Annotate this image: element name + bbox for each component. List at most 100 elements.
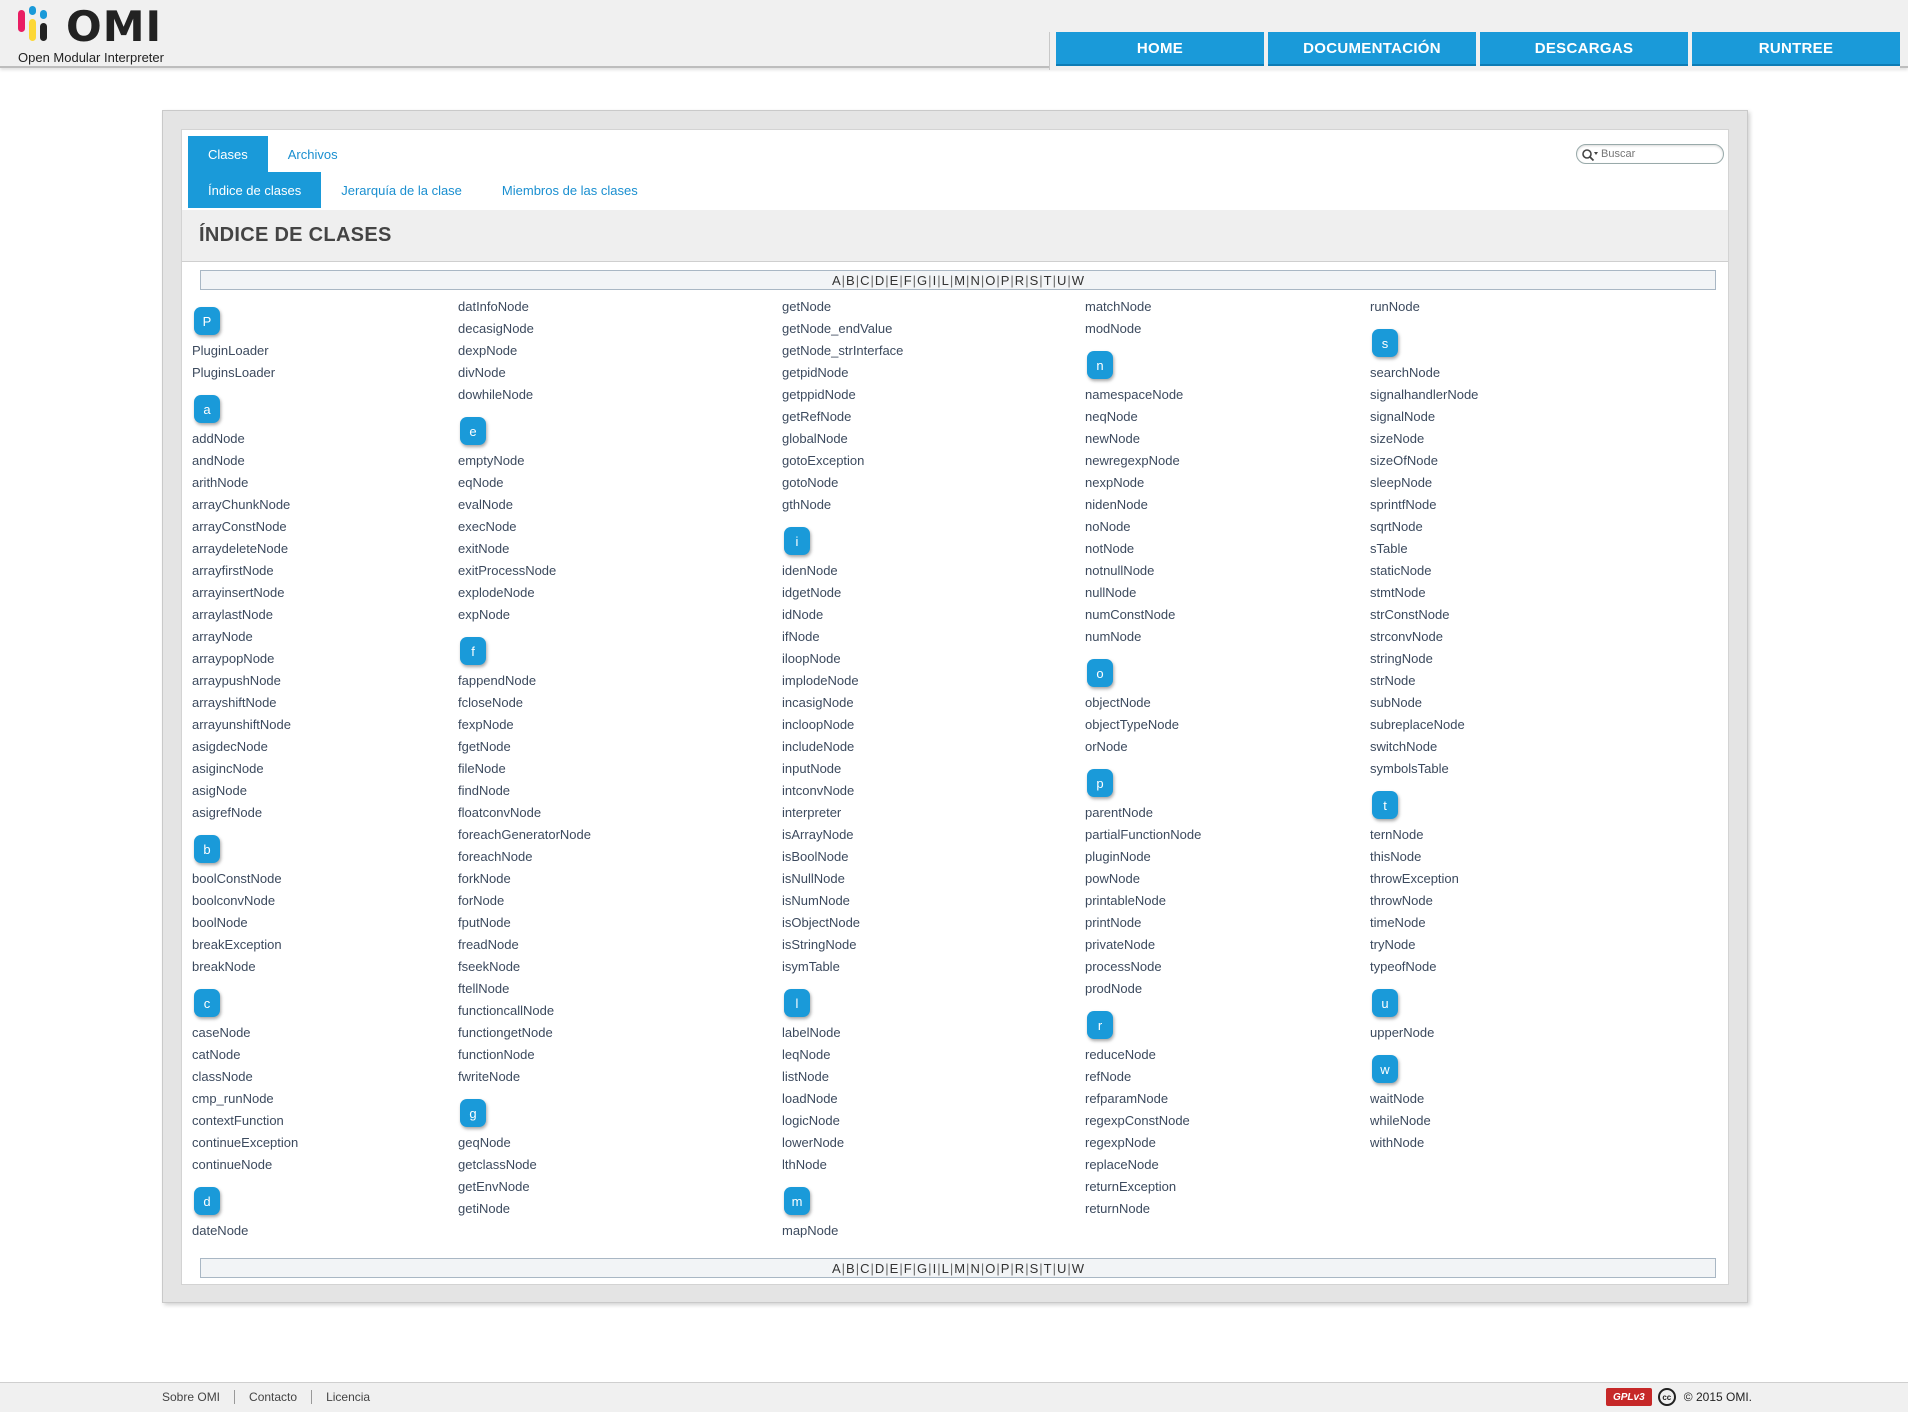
class-link[interactable]: PluginLoader — [192, 340, 298, 362]
class-link[interactable]: isObjectNode — [782, 912, 903, 934]
class-link[interactable]: functioncallNode — [458, 1000, 591, 1022]
class-link[interactable]: gotoException — [782, 450, 903, 472]
class-link[interactable]: continueNode — [192, 1154, 298, 1176]
class-link[interactable]: divNode — [458, 362, 591, 384]
class-link[interactable]: caseNode — [192, 1022, 298, 1044]
class-link[interactable]: arraypopNode — [192, 648, 298, 670]
nav-runtree[interactable]: RUNTREE — [1692, 32, 1900, 66]
alphabet-link[interactable]: O — [985, 273, 995, 288]
class-link[interactable]: asigrefNode — [192, 802, 298, 824]
class-link[interactable]: dowhileNode — [458, 384, 591, 406]
class-link[interactable]: interpreter — [782, 802, 903, 824]
class-link[interactable]: strNode — [1370, 670, 1478, 692]
class-link[interactable]: fwriteNode — [458, 1066, 591, 1088]
alphabet-link[interactable]: C — [860, 273, 869, 288]
class-link[interactable]: sTable — [1370, 538, 1478, 560]
gplv3-icon[interactable]: GPLv3 — [1605, 1388, 1652, 1406]
class-link[interactable]: lthNode — [782, 1154, 903, 1176]
class-link[interactable]: geqNode — [458, 1132, 591, 1154]
class-link[interactable]: evalNode — [458, 494, 591, 516]
alphabet-link[interactable]: B — [846, 1261, 855, 1276]
tab-jerarquia-de-la-clase[interactable]: Jerarquía de la clase — [321, 172, 482, 208]
class-link[interactable]: freadNode — [458, 934, 591, 956]
class-link[interactable]: timeNode — [1370, 912, 1478, 934]
class-link[interactable]: forNode — [458, 890, 591, 912]
class-link[interactable]: staticNode — [1370, 560, 1478, 582]
class-link[interactable]: globalNode — [782, 428, 903, 450]
alphabet-link[interactable]: L — [942, 1261, 949, 1276]
alphabet-link[interactable]: W — [1072, 1261, 1084, 1276]
class-link[interactable]: sprintfNode — [1370, 494, 1478, 516]
class-link[interactable]: isStringNode — [782, 934, 903, 956]
class-link[interactable]: symbolsTable — [1370, 758, 1478, 780]
class-link[interactable]: numConstNode — [1085, 604, 1201, 626]
class-link[interactable]: ternNode — [1370, 824, 1478, 846]
class-link[interactable]: getpidNode — [782, 362, 903, 384]
alphabet-link[interactable]: B — [846, 273, 855, 288]
alphabet-link[interactable]: A — [832, 273, 841, 288]
class-link[interactable]: forkNode — [458, 868, 591, 890]
class-link[interactable]: ftellNode — [458, 978, 591, 1000]
class-link[interactable]: replaceNode — [1085, 1154, 1201, 1176]
class-link[interactable]: refparamNode — [1085, 1088, 1201, 1110]
alphabet-link[interactable]: P — [1001, 1261, 1010, 1276]
class-link[interactable]: sizeNode — [1370, 428, 1478, 450]
class-link[interactable]: andNode — [192, 450, 298, 472]
class-link[interactable]: arraypushNode — [192, 670, 298, 692]
nav-descargas[interactable]: DESCARGAS — [1480, 32, 1688, 66]
tab-archivos[interactable]: Archivos — [268, 136, 358, 172]
class-link[interactable]: classNode — [192, 1066, 298, 1088]
class-link[interactable]: numNode — [1085, 626, 1201, 648]
class-link[interactable]: arraydeleteNode — [192, 538, 298, 560]
class-link[interactable]: asigincNode — [192, 758, 298, 780]
class-link[interactable]: breakNode — [192, 956, 298, 978]
class-link[interactable]: namespaceNode — [1085, 384, 1201, 406]
class-link[interactable]: asigdecNode — [192, 736, 298, 758]
class-link[interactable]: runNode — [1370, 296, 1478, 318]
class-link[interactable]: neqNode — [1085, 406, 1201, 428]
class-link[interactable]: nullNode — [1085, 582, 1201, 604]
class-link[interactable]: matchNode — [1085, 296, 1201, 318]
class-link[interactable]: breakException — [192, 934, 298, 956]
class-link[interactable]: objectTypeNode — [1085, 714, 1201, 736]
class-link[interactable]: notNode — [1085, 538, 1201, 560]
class-link[interactable]: boolConstNode — [192, 868, 298, 890]
class-link[interactable]: isNumNode — [782, 890, 903, 912]
class-link[interactable]: mapNode — [782, 1220, 903, 1242]
alphabet-link[interactable]: F — [904, 1261, 912, 1276]
alphabet-link[interactable]: M — [954, 1261, 965, 1276]
class-link[interactable]: powNode — [1085, 868, 1201, 890]
class-link[interactable]: fappendNode — [458, 670, 591, 692]
class-link[interactable]: inputNode — [782, 758, 903, 780]
class-link[interactable]: functiongetNode — [458, 1022, 591, 1044]
alphabet-link[interactable]: R — [1015, 1261, 1024, 1276]
class-link[interactable]: searchNode — [1370, 362, 1478, 384]
class-link[interactable]: subreplaceNode — [1370, 714, 1478, 736]
class-link[interactable]: getNode_endValue — [782, 318, 903, 340]
class-link[interactable]: isArrayNode — [782, 824, 903, 846]
class-link[interactable]: PluginsLoader — [192, 362, 298, 384]
alphabet-link[interactable]: T — [1044, 273, 1052, 288]
class-link[interactable]: foreachNode — [458, 846, 591, 868]
class-link[interactable]: whileNode — [1370, 1110, 1478, 1132]
alphabet-link[interactable]: F — [904, 273, 912, 288]
alphabet-link[interactable]: T — [1044, 1261, 1052, 1276]
class-link[interactable]: stmtNode — [1370, 582, 1478, 604]
class-link[interactable]: switchNode — [1370, 736, 1478, 758]
tab-clases[interactable]: Clases — [188, 136, 268, 172]
class-link[interactable]: gotoNode — [782, 472, 903, 494]
class-link[interactable]: arrayunshiftNode — [192, 714, 298, 736]
alphabet-link[interactable]: G — [917, 1261, 927, 1276]
alphabet-link[interactable]: P — [1001, 273, 1010, 288]
class-link[interactable]: fexpNode — [458, 714, 591, 736]
class-link[interactable]: arrayNode — [192, 626, 298, 648]
class-link[interactable]: refNode — [1085, 1066, 1201, 1088]
class-link[interactable]: stringNode — [1370, 648, 1478, 670]
class-link[interactable]: leqNode — [782, 1044, 903, 1066]
nav-home[interactable]: HOME — [1056, 32, 1264, 66]
class-link[interactable]: regexpConstNode — [1085, 1110, 1201, 1132]
class-link[interactable]: loadNode — [782, 1088, 903, 1110]
class-link[interactable]: subNode — [1370, 692, 1478, 714]
tab-indice-de-clases[interactable]: Índice de clases — [188, 172, 322, 208]
class-link[interactable]: fputNode — [458, 912, 591, 934]
